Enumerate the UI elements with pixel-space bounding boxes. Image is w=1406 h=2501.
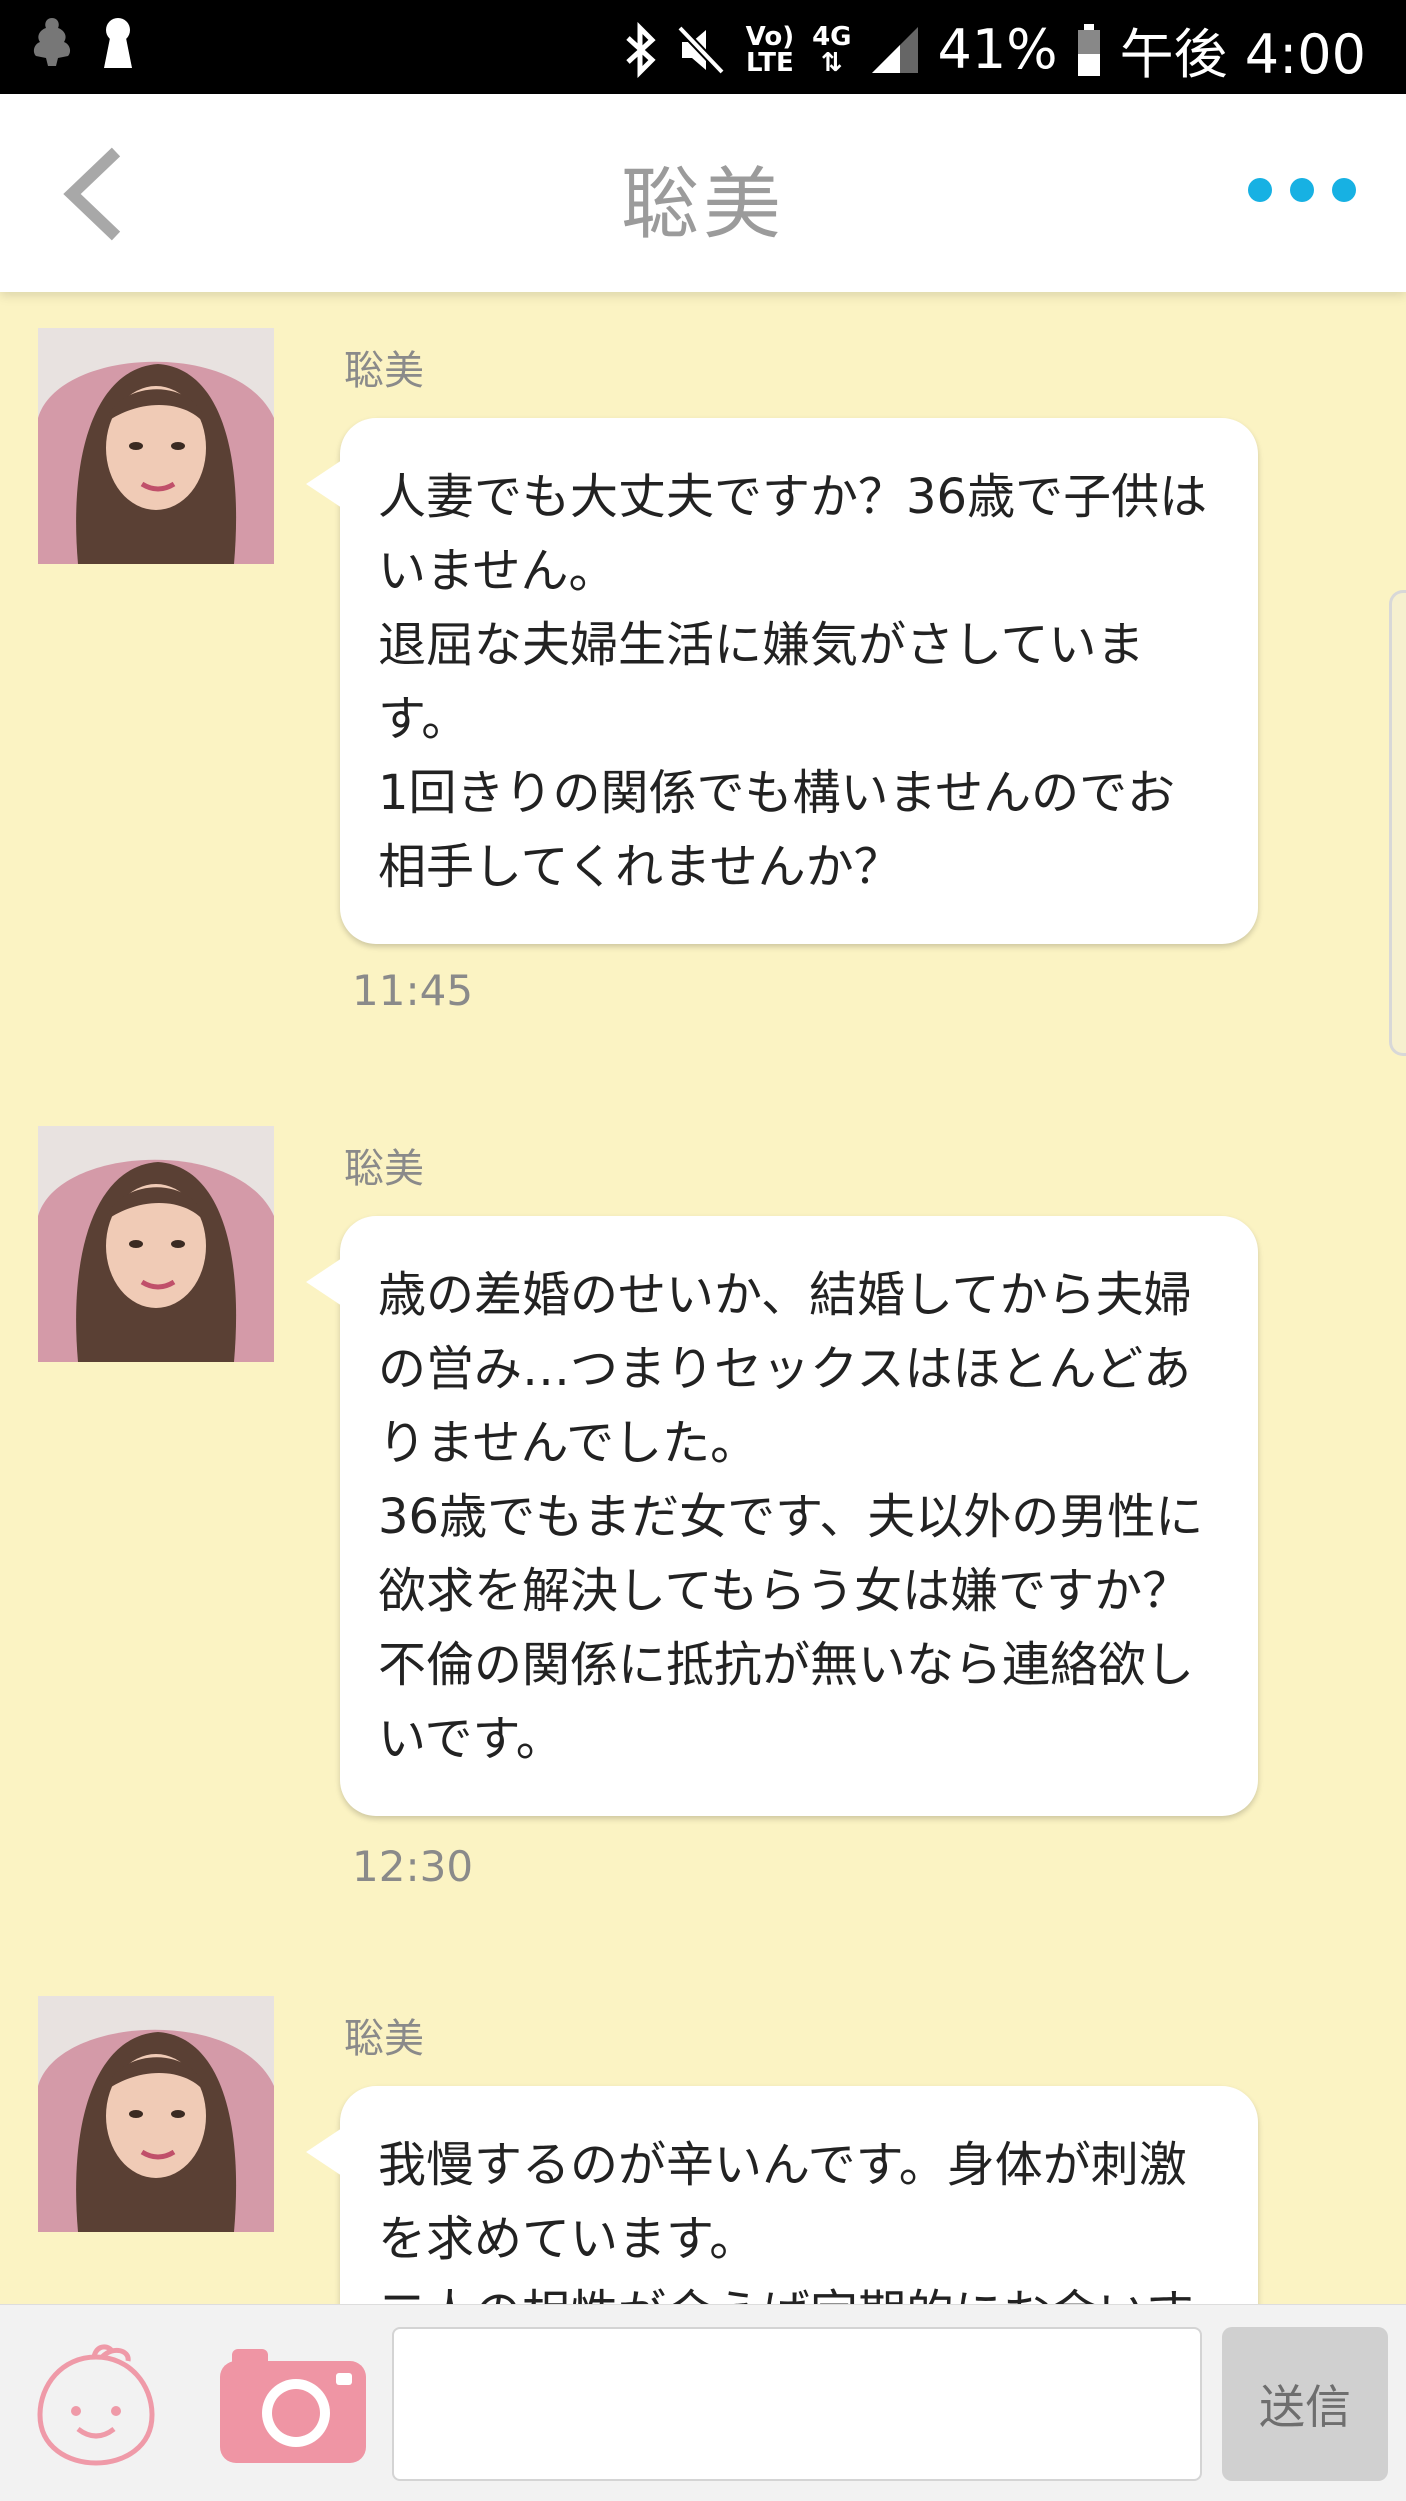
- signal-icon: [871, 26, 918, 73]
- clock: 午後 4:00: [1119, 23, 1366, 86]
- status-bar: Vo) LTE 4G ⇅ 41% 午後 4:00: [0, 0, 1406, 94]
- sender-name: 聡美: [344, 2016, 424, 2062]
- compose-bar: 送信: [0, 2304, 1406, 2501]
- avatar[interactable]: [38, 1996, 274, 2232]
- volte-indicator: Vo) LTE: [745, 21, 795, 78]
- chat-header: 聡美: [0, 94, 1406, 292]
- message-bubble: 人妻でも大丈夫ですか？36歳で子供は いません。 退屈な夫婦生活に嫌気がさしてい…: [306, 418, 1258, 944]
- message-time: 12:30: [352, 1842, 474, 1891]
- sender-name: 聡美: [344, 1146, 424, 1192]
- camera-icon[interactable]: [218, 2347, 368, 2465]
- avatar[interactable]: [38, 1126, 274, 1362]
- battery-percent: 41%: [937, 18, 1058, 81]
- keyhole-icon: [104, 18, 132, 68]
- network-type: 4G ⇅: [812, 21, 852, 78]
- chat-title: 聡美: [620, 160, 785, 250]
- more-options-icon[interactable]: [1248, 178, 1356, 202]
- message-time: 11:45: [352, 966, 474, 1015]
- message-bubble: 歳の差婚のせいか、結婚してから夫婦 の営み…つまりセックスはほとんどあ りません…: [306, 1216, 1258, 1816]
- scrollbar[interactable]: [1389, 590, 1406, 1056]
- sticker-smile-icon[interactable]: [32, 2341, 160, 2469]
- message-input[interactable]: [392, 2327, 1202, 2481]
- bluetooth-icon: [625, 21, 656, 78]
- send-button[interactable]: 送信: [1222, 2327, 1388, 2481]
- sender-name: 聡美: [344, 348, 424, 394]
- avatar[interactable]: [38, 328, 274, 564]
- app-notification-icon: [33, 18, 71, 66]
- mute-icon: [676, 24, 725, 75]
- battery-icon: [1077, 23, 1100, 76]
